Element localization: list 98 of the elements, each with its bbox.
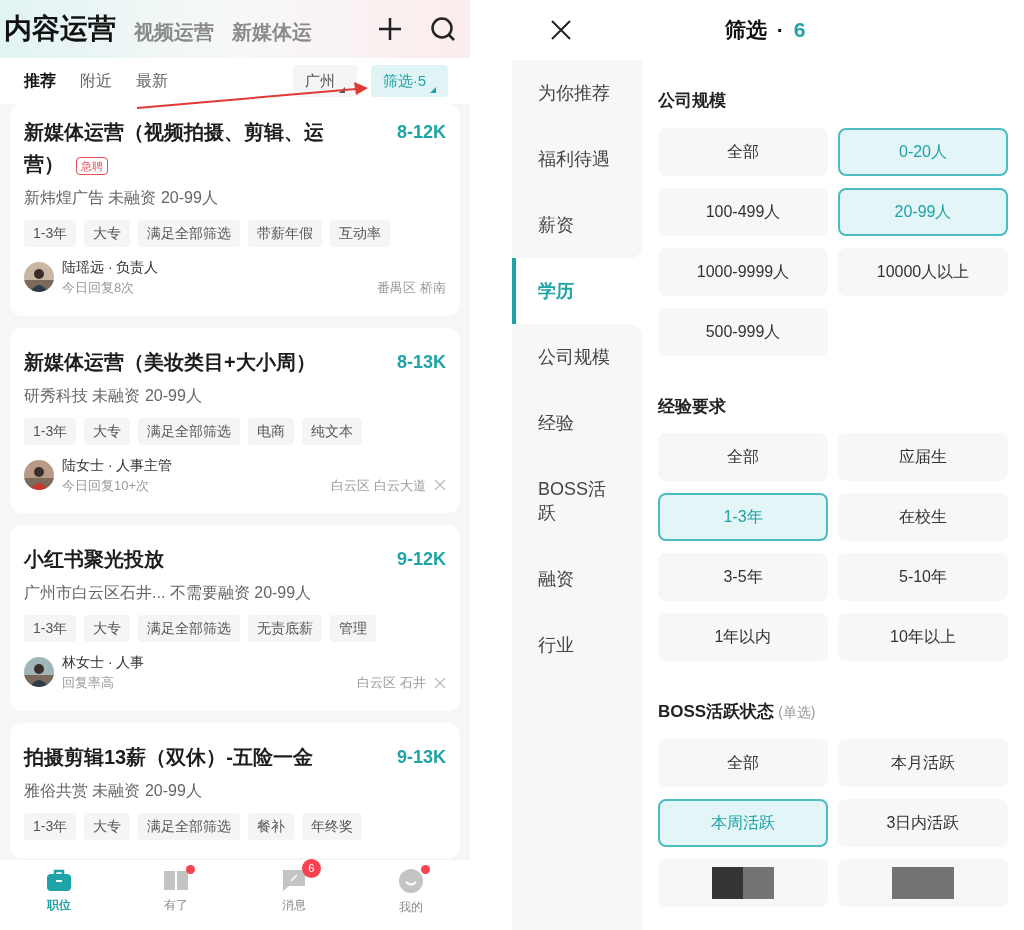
- reply-stat: 今日回复8次: [62, 279, 136, 297]
- filter-option[interactable]: 100-499人: [658, 187, 828, 236]
- separator-dot: ·: [776, 17, 784, 44]
- option-tile[interactable]: [658, 858, 828, 907]
- filter-title: 筛选: [724, 17, 767, 44]
- job-tag: 大专: [84, 417, 131, 445]
- sidebar-item[interactable]: 经验: [512, 390, 642, 456]
- sidebar-item[interactable]: 行业: [512, 612, 642, 678]
- salary: 8-12K: [396, 121, 446, 144]
- filter-option[interactable]: 1年以内: [658, 613, 828, 661]
- filter-option[interactable]: 3-5年: [658, 553, 828, 601]
- job-tag: 满足全部筛选: [138, 615, 241, 642]
- job-title: 小红书聚光投放: [24, 547, 164, 572]
- job-title: 新媒体运营（美妆类目+大小周）: [24, 349, 316, 375]
- plus-icon[interactable]: [378, 17, 402, 41]
- recruiter-name: 林女士 · 人事: [62, 653, 145, 672]
- job-card[interactable]: 小红书聚光投放 9-12K 广州市白云区石井... 不需要融资 20-99人 1-3年 大专 满足全部筛选 无责底薪 管理 林女士 · 人事 回复率高 白云区 石井: [10, 525, 460, 711]
- recruiter-name: 陆女士 · 人事主管: [62, 455, 173, 475]
- feed-tab[interactable]: 最新: [136, 69, 168, 93]
- job-location: 白云区 石井: [357, 674, 426, 692]
- job-tag: 1-3年: [24, 812, 77, 840]
- briefcase-icon: [45, 868, 72, 892]
- filter-option[interactable]: 全部: [658, 127, 828, 176]
- corner-triangle-icon: [338, 87, 345, 93]
- company-info: 雅俗共赏 未融资 20-99人: [24, 780, 203, 801]
- section-title: BOSS活跃状态: [658, 701, 775, 723]
- job-tag: 1-3年: [24, 220, 77, 247]
- sidebar-item[interactable]: 为你推荐: [512, 60, 642, 126]
- smiley-icon: [398, 868, 425, 894]
- feed-tab[interactable]: 推荐: [24, 69, 56, 93]
- sidebar-item[interactable]: 薪资: [512, 192, 642, 258]
- job-tag: 大专: [84, 615, 131, 642]
- filter-option[interactable]: 500-999人: [658, 307, 828, 356]
- filter-option[interactable]: 10年以上: [838, 613, 1008, 661]
- reply-stat: 回复率高: [62, 674, 115, 692]
- nav-tab[interactable]: 我的: [399, 898, 424, 916]
- filter-option[interactable]: 本月活跃: [838, 738, 1008, 787]
- job-title: 新媒体运营（视频拍摄、剪辑、运营） 急聘: [24, 120, 325, 177]
- chat-icon: [280, 868, 307, 892]
- city-chip[interactable]: 广州: [292, 65, 357, 97]
- job-tag: 互动率: [330, 220, 391, 247]
- urgent-badge: 急聘: [76, 156, 108, 175]
- job-title: 拍摄剪辑13薪（双休）-五险一金: [24, 744, 313, 770]
- option-tile[interactable]: [838, 858, 1008, 907]
- filter-option[interactable]: 全部: [658, 738, 828, 787]
- filter-option[interactable]: 1000-9999人: [658, 247, 828, 296]
- salary: 9-12K: [396, 548, 446, 571]
- filter-count: 6: [793, 17, 806, 44]
- job-card[interactable]: 新媒体运营（美妆类目+大小周） 8-13K 研秀科技 未融资 20-99人 1-3年 大专 满足全部筛选 电商 纯文本 陆女士 · 人事主管 今日回复10+次 白云区 白云大道: [10, 327, 460, 513]
- job-tag: 1-3年: [24, 417, 77, 445]
- job-card[interactable]: 新媒体运营（视频拍摄、剪辑、运营） 急聘 8-12K 新炜煌广告 未融资 20-99人 1-3年 大专 满足全部筛选 带薪年假 互动率 陆瑶远 · 负责人 今日回复8次 番禺区 桥南: [10, 104, 460, 316]
- book-icon: [163, 868, 190, 892]
- pixelated-block: [712, 866, 774, 899]
- job-location: 白云区 白云大道: [331, 476, 426, 495]
- company-info: 新炜煌广告 未融资 20-99人: [24, 188, 219, 208]
- filter-option[interactable]: 5-10年: [838, 553, 1008, 601]
- company-info: 研秀科技 未融资 20-99人: [24, 385, 203, 406]
- job-tag: 电商: [248, 417, 295, 445]
- job-tag: 大专: [84, 812, 131, 840]
- filter-option[interactable]: 应届生: [838, 433, 1008, 481]
- job-tag: 满足全部筛选: [138, 417, 241, 445]
- filter-option[interactable]: 10000人以上: [838, 247, 1008, 296]
- job-location: 番禺区 桥南: [377, 279, 446, 297]
- job-tag: 年终奖: [302, 812, 363, 840]
- nav-tab[interactable]: 消息: [281, 896, 306, 914]
- sidebar-item[interactable]: BOSS活跃: [512, 456, 642, 546]
- section-title: 经验要求: [658, 395, 726, 418]
- salary: 8-13K: [396, 350, 446, 374]
- section-note: (单选): [778, 703, 816, 722]
- job-tag: 满足全部筛选: [138, 812, 241, 840]
- job-tag: 餐补: [248, 812, 295, 840]
- job-tag: 纯文本: [302, 417, 363, 445]
- close-icon[interactable]: [550, 19, 572, 41]
- sidebar-item[interactable]: 融资: [512, 546, 642, 612]
- pixelated-block: [892, 866, 954, 899]
- recruiter-name: 陆瑶远 · 负责人: [62, 258, 159, 277]
- sidebar-item[interactable]: 福利待遇: [512, 126, 642, 192]
- category-tab[interactable]: 内容运营: [4, 8, 116, 50]
- job-tag: 带薪年假: [248, 220, 323, 247]
- job-tag: 满足全部筛选: [138, 220, 241, 247]
- job-tag: 大专: [84, 220, 131, 247]
- unread-badge: 6: [301, 859, 321, 878]
- job-card[interactable]: 拍摄剪辑13薪（双休）-五险一金 9-13K 雅俗共赏 未融资 20-99人 1-3年 大专 满足全部筛选 餐补 年终奖: [10, 722, 460, 858]
- job-tag: 无责底薪: [248, 615, 323, 642]
- sidebar-item[interactable]: 公司规模: [512, 324, 642, 390]
- search-icon[interactable]: [430, 16, 456, 42]
- company-info: 广州市白云区石井... 不需要融资 20-99人: [24, 583, 313, 603]
- corner-triangle-icon: [430, 87, 436, 93]
- job-tag: 1-3年: [24, 615, 77, 642]
- filter-option[interactable]: 全部: [658, 433, 828, 481]
- salary: 9-13K: [396, 745, 446, 769]
- filter-option[interactable]: 在校生: [838, 493, 1008, 541]
- section-title: 公司规模: [658, 90, 726, 112]
- job-tag: 管理: [330, 615, 377, 642]
- feed-tab[interactable]: 附近: [80, 69, 112, 93]
- nav-tab[interactable]: 有了: [164, 896, 189, 914]
- reply-stat: 今日回复10+次: [62, 476, 151, 495]
- filter-option[interactable]: 3日内活跃: [838, 798, 1008, 847]
